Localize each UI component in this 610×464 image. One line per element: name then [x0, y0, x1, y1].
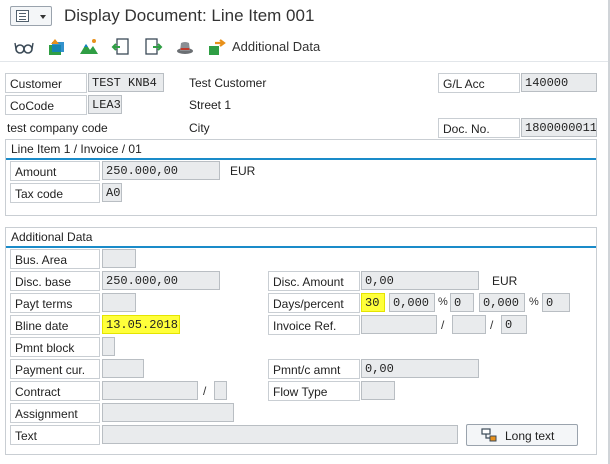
invoice-ref-separator2: / — [490, 318, 494, 332]
menu-document-icon — [16, 10, 29, 22]
additional-data-icon[interactable] — [207, 37, 227, 57]
hat-icon[interactable] — [175, 37, 195, 57]
pmnt-block-field[interactable] — [102, 337, 115, 356]
title-bar: Display Document: Line Item 001 — [0, 0, 610, 32]
payt-terms-field[interactable] — [102, 293, 136, 312]
assignment-label: Assignment — [10, 403, 100, 423]
days3-field[interactable]: 0 — [542, 293, 570, 312]
payment-cur-label: Payment cur. — [10, 359, 100, 379]
bus-area-label: Bus. Area — [10, 249, 100, 269]
invoice-ref-label: Invoice Ref. — [268, 315, 360, 335]
tax-code-label: Tax code — [10, 183, 100, 203]
text-field[interactable] — [102, 425, 458, 444]
gl-acc-label: G/L Acc — [438, 73, 520, 93]
flow-type-label: Flow Type — [268, 381, 360, 401]
pmnt-block-label: Pmnt block — [10, 337, 100, 357]
contract-field[interactable] — [102, 381, 198, 400]
contract-item-field[interactable] — [214, 381, 227, 400]
pct2-sign: % — [529, 296, 539, 308]
bus-area-field[interactable] — [102, 249, 136, 268]
days2-field[interactable]: 0 — [450, 293, 474, 312]
disc-base-label: Disc. base — [10, 271, 100, 291]
pct1-sign: % — [438, 296, 448, 308]
customer-field[interactable]: TEST KNB4 — [88, 73, 164, 92]
days1-field[interactable]: 30 — [361, 293, 385, 312]
disc-amount-field[interactable]: 0,00 — [361, 271, 479, 290]
pmnt-amnt-label: Pmnt/c amnt — [268, 359, 360, 379]
display-change-glasses-icon[interactable] — [14, 37, 34, 57]
flow-type-field[interactable] — [361, 381, 395, 400]
amount-field[interactable]: 250.000,00 — [102, 161, 220, 180]
gl-acc-field[interactable]: 140000 — [521, 73, 597, 92]
doc-no-label: Doc. No. — [438, 118, 520, 138]
text-label: Text — [10, 425, 100, 445]
group-accent-line — [6, 158, 596, 160]
contract-label: Contract — [10, 381, 100, 401]
toolbar: Additional Data — [0, 32, 610, 62]
city: City — [189, 121, 210, 135]
pct1-field[interactable]: 0,000 — [389, 293, 435, 312]
tax-code-field[interactable]: A0 — [102, 183, 122, 202]
previous-document-icon[interactable] — [111, 37, 131, 57]
invoice-ref-separator1: / — [441, 318, 445, 332]
disc-base-field[interactable]: 250.000,00 — [102, 271, 220, 290]
bline-date-field[interactable]: 13.05.2018 — [102, 315, 180, 334]
assignment-field[interactable] — [102, 403, 234, 422]
pct2-field[interactable]: 0,000 — [479, 293, 525, 312]
next-document-icon[interactable] — [143, 37, 163, 57]
invoice-ref-field[interactable] — [361, 315, 437, 334]
company-name: test company code — [7, 121, 108, 135]
customer-name: Test Customer — [189, 76, 267, 90]
bline-date-label: Bline date — [10, 315, 100, 335]
additional-data-button[interactable]: Additional Data — [232, 39, 320, 54]
pmnt-amnt-field[interactable]: 0,00 — [361, 359, 479, 378]
street: Street 1 — [189, 98, 232, 112]
currency-label: EUR — [230, 164, 256, 178]
group-accent-line — [6, 246, 596, 248]
doc-no-field[interactable]: 1800000011 — [521, 118, 597, 137]
cocode-label: CoCode — [5, 95, 87, 115]
document-tree-icon — [481, 428, 497, 443]
additional-data-title: Additional Data — [11, 230, 93, 244]
days-percent-label: Days/percent — [268, 293, 360, 313]
disc-amount-label: Disc. Amount — [268, 271, 360, 291]
page-title: Display Document: Line Item 001 — [64, 6, 315, 25]
invoice-ref-year-field[interactable] — [452, 315, 486, 334]
mountains-image-icon[interactable] — [79, 37, 99, 57]
long-text-button[interactable]: Long text — [466, 424, 578, 446]
long-text-label: Long text — [505, 429, 555, 443]
invoice-ref-item-field[interactable]: 0 — [501, 315, 527, 334]
up-arrow-documents-icon[interactable] — [46, 37, 66, 57]
disc-currency-label: EUR — [492, 274, 518, 288]
menu-button[interactable] — [10, 6, 52, 26]
payt-terms-label: Payt terms — [10, 293, 100, 313]
chevron-down-icon — [40, 15, 46, 19]
cocode-field[interactable]: LEA3 — [88, 95, 122, 114]
line-item-title: Line Item 1 / Invoice / 01 — [11, 142, 142, 156]
amount-label: Amount — [10, 161, 100, 181]
contract-separator: / — [203, 384, 207, 398]
payment-cur-field[interactable] — [102, 359, 144, 378]
customer-label: Customer — [5, 73, 87, 93]
